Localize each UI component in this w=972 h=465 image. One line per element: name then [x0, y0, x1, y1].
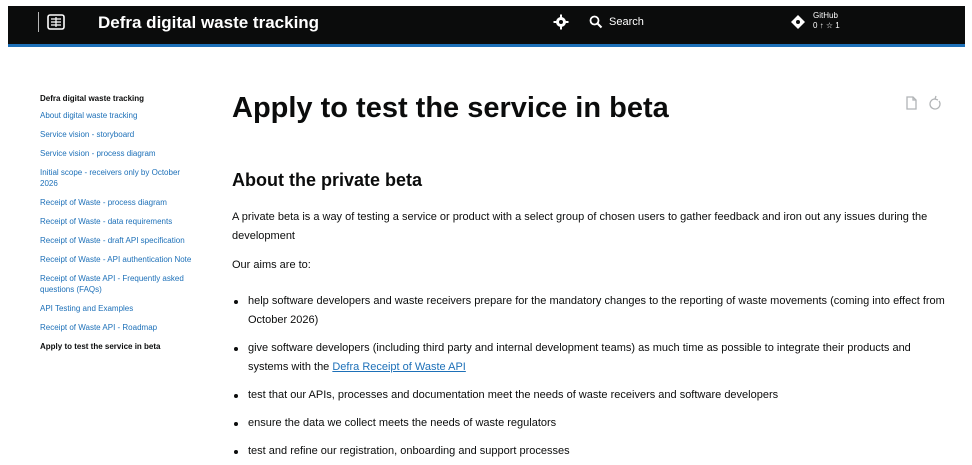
sidebar-item-row-process-diagram[interactable]: Receipt of Waste - process diagram [40, 197, 200, 208]
sidebar-item-api-auth-note[interactable]: Receipt of Waste - API authentication No… [40, 254, 200, 265]
sidebar-heading[interactable]: Defra digital waste tracking [40, 93, 200, 104]
sidebar-item-about[interactable]: About digital waste tracking [40, 110, 200, 121]
intro-paragraph: A private beta is a way of testing a ser… [232, 211, 928, 242]
list-item: test and refine our registration, onboar… [232, 442, 947, 461]
search-icon[interactable] [589, 15, 603, 29]
list-item: ensure the data we collect meets the nee… [232, 414, 947, 433]
main-content: Apply to test the service in beta About … [232, 90, 952, 457]
defra-api-link[interactable]: Defra Receipt of Waste API [332, 361, 465, 373]
site-title[interactable]: Defra digital waste tracking [98, 13, 319, 33]
list-item: give software developers (including thir… [232, 339, 947, 377]
section-title: About the private beta [232, 170, 423, 190]
crest-divider [38, 12, 39, 32]
royal-crest-icon[interactable] [45, 11, 67, 33]
list-item-text: ensure the data we collect meets the nee… [248, 417, 557, 429]
aims-lead: Our aims are to: [232, 259, 311, 271]
bullet-dot [234, 450, 238, 454]
header-accent-bar [8, 44, 965, 47]
gear-icon[interactable] [553, 14, 569, 30]
bullet-dot [234, 347, 238, 351]
github-link-title[interactable]: GitHub [813, 11, 838, 20]
page-title: Apply to test the service in beta [232, 92, 669, 124]
bullet-dot [234, 300, 238, 304]
bullet-dot [234, 394, 238, 398]
sidebar-item-storyboard[interactable]: Service vision - storyboard [40, 129, 200, 140]
sidebar-nav: Defra digital waste tracking About digit… [40, 93, 200, 360]
sidebar-item-api-testing[interactable]: API Testing and Examples [40, 303, 200, 314]
list-item-text: help software developers and waste recei… [248, 295, 945, 326]
list-item-text: test that our APIs, processes and docume… [248, 389, 779, 401]
sidebar-item-faqs[interactable]: Receipt of Waste API - Frequently asked … [40, 273, 200, 295]
github-icon[interactable] [790, 14, 806, 30]
aims-list: help software developers and waste recei… [232, 292, 947, 465]
sidebar-item-draft-api-spec[interactable]: Receipt of Waste - draft API specificati… [40, 235, 200, 246]
list-item: help software developers and waste recei… [232, 292, 947, 330]
sidebar-item-roadmap[interactable]: Receipt of Waste API - Roadmap [40, 322, 200, 333]
sidebar-item-data-requirements[interactable]: Receipt of Waste - data requirements [40, 216, 200, 227]
bullet-dot [234, 422, 238, 426]
sidebar-item-process-diagram[interactable]: Service vision - process diagram [40, 148, 200, 159]
search-button[interactable]: Search [609, 16, 644, 28]
github-stats: 0 ↑ ☆ 1 [813, 21, 840, 30]
sidebar-item-initial-scope[interactable]: Initial scope - receivers only by Octobe… [40, 167, 200, 189]
list-item-text: test and refine our registration, onboar… [248, 445, 570, 457]
list-item: test that our APIs, processes and docume… [232, 386, 947, 405]
sidebar-item-apply-beta[interactable]: Apply to test the service in beta [40, 341, 200, 352]
